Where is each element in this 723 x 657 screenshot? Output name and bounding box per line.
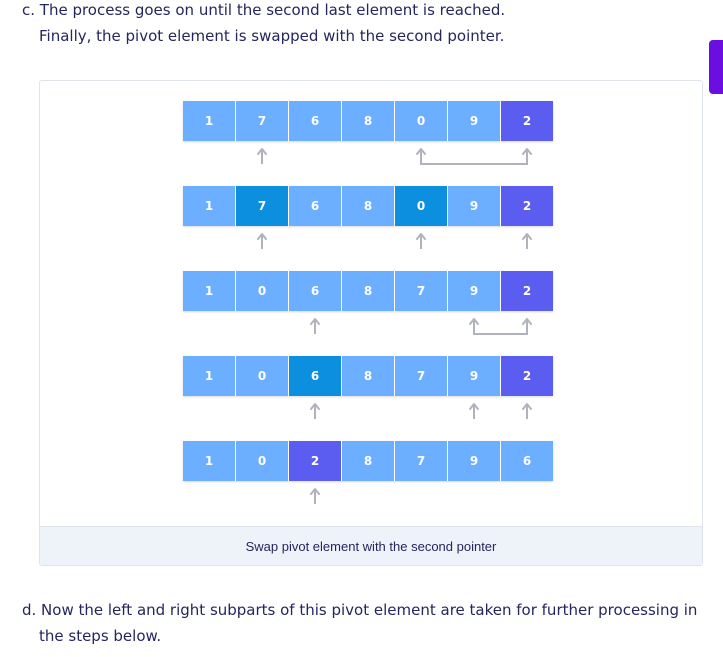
step-d-line2: the steps below.	[39, 627, 162, 645]
figure-panel: 17680921768092106879210687921028796 Swap…	[39, 80, 703, 566]
quicksort-diagram: 17680921768092106879210687921028796	[40, 81, 702, 527]
swap-bracket-arrow	[473, 320, 528, 335]
step-d-line1: d. Now the left and right subparts of th…	[22, 601, 698, 619]
step-c-line2: Finally, the pivot element is swapped wi…	[39, 27, 505, 45]
swap-bracket-arrow	[420, 150, 528, 165]
step-c-line1: c. The process goes on until the second …	[22, 1, 506, 19]
step-c-text: c. The process goes on until the second …	[22, 0, 505, 49]
step-d-text: d. Now the left and right subparts of th…	[22, 597, 697, 649]
figure-caption: Swap pivot element with the second point…	[40, 526, 702, 565]
pointer-arrows	[257, 148, 532, 504]
side-tab[interactable]	[709, 40, 723, 94]
